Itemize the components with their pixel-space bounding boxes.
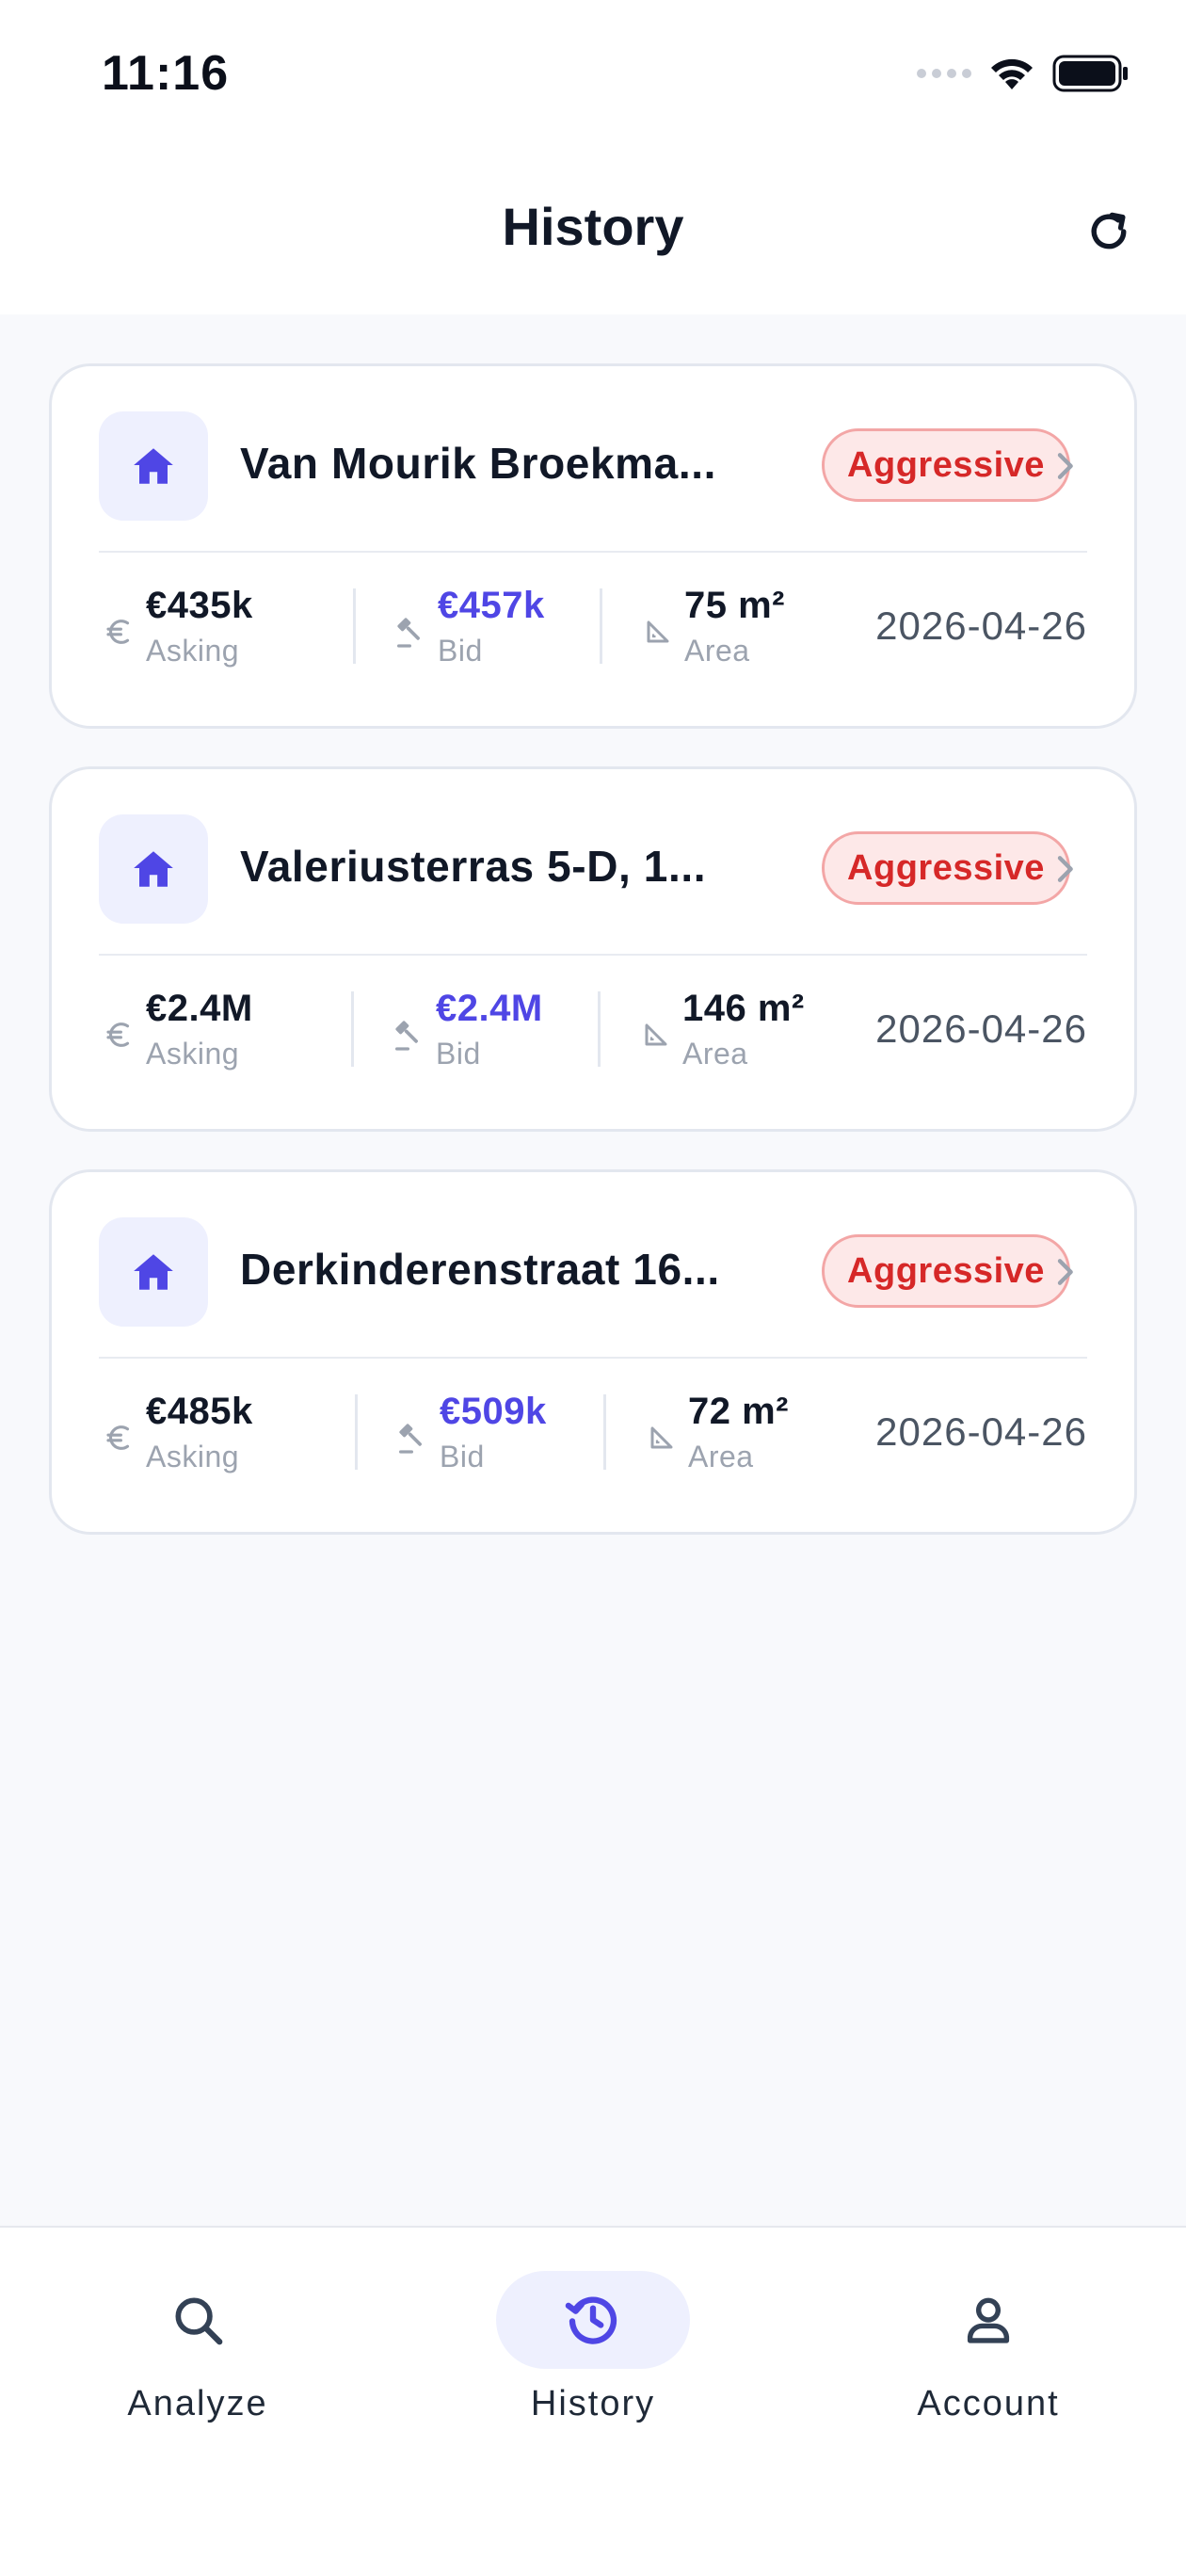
asking-value: €435k (146, 585, 253, 626)
gavel-icon (391, 611, 432, 652)
bid-stat: €2.4M Bid (389, 988, 577, 1086)
nav-label: Analyze (127, 2384, 268, 2423)
app-header: History (0, 160, 1186, 314)
stat-separator (603, 1394, 606, 1470)
area-value: 146 m² (682, 988, 805, 1029)
ruler-icon (635, 1014, 677, 1055)
euro-icon (99, 1417, 140, 1458)
chevron-right-icon (1042, 1249, 1087, 1295)
page-title: History (502, 197, 684, 256)
card-stats: €435k Asking €457k Bid 75 m² Area 2026-0… (99, 585, 1087, 683)
card-stats: €485k Asking €509k Bid 72 m² Area 2026-0… (99, 1391, 1087, 1489)
home-icon (134, 448, 173, 484)
area-stat: 75 m² Area (637, 585, 825, 683)
history-card[interactable]: Valeriusterras 5-D, 1... Aggressive €2.4… (49, 766, 1137, 1132)
area-value: 72 m² (688, 1391, 789, 1432)
nav-label: History (530, 2384, 656, 2423)
chevron-right-icon (1042, 846, 1087, 892)
house-tile (99, 814, 208, 924)
stat-separator (598, 991, 601, 1067)
asking-value: €2.4M (146, 988, 253, 1029)
card-divider (99, 551, 1087, 553)
bid-label: Bid (440, 1440, 485, 1473)
nav-pill-active (496, 2271, 690, 2369)
signal-icon (917, 69, 971, 78)
asking-stat: €2.4M Asking (99, 988, 287, 1086)
status-bar: 11:16 (0, 0, 1186, 160)
asking-stat: €435k Asking (99, 585, 287, 683)
chevron-right-icon (1042, 443, 1087, 489)
home-icon (134, 1254, 173, 1290)
euro-icon (99, 611, 140, 652)
analysis-date: 2026-04-26 (875, 1006, 1087, 1051)
bid-value: €457k (438, 585, 545, 626)
card-header: Derkinderenstraat 16... Aggressive (99, 1217, 1087, 1327)
ruler-icon (637, 611, 679, 652)
house-tile (99, 411, 208, 521)
card-header: Van Mourik Broekma... Aggressive (99, 411, 1087, 521)
asking-label: Asking (146, 1037, 240, 1071)
bid-value: €2.4M (436, 988, 543, 1029)
bid-label: Bid (436, 1037, 481, 1071)
euro-icon (99, 1014, 140, 1055)
stat-separator (353, 588, 356, 664)
nav-account[interactable]: Account (847, 2271, 1130, 2459)
ruler-icon (641, 1417, 682, 1458)
user-icon (967, 2297, 1010, 2343)
asking-stat: €485k Asking (99, 1391, 287, 1489)
nav-analyze[interactable]: Analyze (56, 2271, 339, 2459)
stat-separator (600, 588, 602, 664)
area-label: Area (682, 1037, 748, 1071)
history-icon (565, 2296, 617, 2344)
bottom-nav: Analyze History Account (0, 2226, 1186, 2576)
stat-separator (351, 991, 354, 1067)
strategy-badge: Aggressive (822, 1234, 1070, 1308)
stat-separator (355, 1394, 358, 1470)
refresh-button[interactable] (1079, 201, 1139, 262)
card-stats: €2.4M Asking €2.4M Bid 146 m² Area 2026-… (99, 988, 1087, 1086)
bid-stat: €457k Bid (391, 585, 579, 683)
property-title: Derkinderenstraat 16... (240, 1245, 720, 1294)
property-title: Van Mourik Broekma... (240, 439, 716, 488)
card-header: Valeriusterras 5-D, 1... Aggressive (99, 814, 1087, 924)
history-card[interactable]: Derkinderenstraat 16... Aggressive €485k… (49, 1169, 1137, 1535)
area-stat: 72 m² Area (641, 1391, 829, 1489)
bid-stat: €509k Bid (393, 1391, 581, 1489)
gavel-icon (389, 1014, 430, 1055)
nav-pill (101, 2271, 295, 2369)
nav-pill (891, 2271, 1085, 2369)
nav-label: Account (917, 2384, 1060, 2423)
analysis-date: 2026-04-26 (875, 604, 1087, 648)
asking-value: €485k (146, 1391, 253, 1432)
area-value: 75 m² (684, 585, 785, 626)
card-divider (99, 954, 1087, 956)
strategy-badge: Aggressive (822, 428, 1070, 502)
bid-label: Bid (438, 634, 483, 668)
area-label: Area (688, 1440, 754, 1473)
gavel-icon (393, 1417, 434, 1458)
analysis-date: 2026-04-26 (875, 1409, 1087, 1454)
history-list: Van Mourik Broekma... Aggressive €435k A… (49, 363, 1137, 1572)
area-stat: 146 m² Area (635, 988, 824, 1086)
strategy-badge: Aggressive (822, 831, 1070, 905)
history-card[interactable]: Van Mourik Broekma... Aggressive €435k A… (49, 363, 1137, 729)
status-time: 11:16 (102, 46, 230, 101)
asking-label: Asking (146, 634, 240, 668)
home-icon (134, 851, 173, 887)
card-divider (99, 1357, 1087, 1359)
area-label: Area (684, 634, 750, 668)
refresh-icon (1091, 212, 1127, 250)
battery-icon (1052, 55, 1128, 92)
house-tile (99, 1217, 208, 1327)
bid-value: €509k (440, 1391, 547, 1432)
property-title: Valeriusterras 5-D, 1... (240, 842, 707, 891)
nav-history[interactable]: History (452, 2271, 734, 2459)
search-icon (175, 2297, 223, 2345)
wifi-icon (991, 58, 1033, 89)
status-icons (917, 55, 1130, 92)
asking-label: Asking (146, 1440, 240, 1473)
